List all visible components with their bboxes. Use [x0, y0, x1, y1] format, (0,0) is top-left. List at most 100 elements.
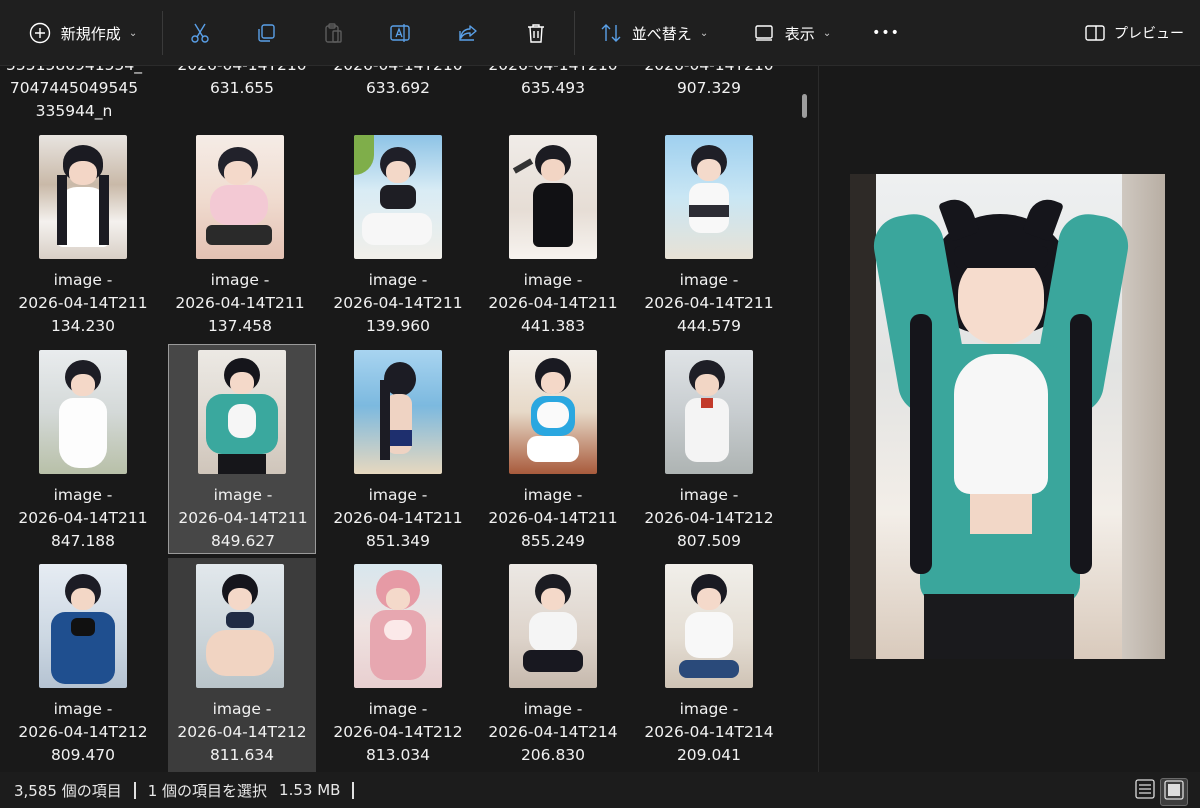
file-name: image - 2026-04-14T212 811.634 [168, 698, 316, 767]
cut-button[interactable] [178, 11, 222, 55]
file-name-line: image - [523, 271, 583, 289]
image-thumbnail [354, 564, 442, 688]
file-item-hovered[interactable]: image - 2026-04-14T212 811.634 [168, 558, 316, 772]
file-item[interactable]: image - 2026-04-14T214 209.041 [635, 558, 783, 768]
file-name-line: 2026-04-14T211 [333, 294, 463, 312]
large-icons-view-icon [1163, 779, 1185, 805]
image-thumbnail [509, 564, 597, 688]
chevron-down-icon: ⌄ [699, 27, 709, 39]
item-count: 3,585 個の項目 [14, 781, 122, 800]
preview-pane-icon [1084, 22, 1106, 44]
file-name-line: image - [679, 486, 739, 504]
file-item-selected[interactable]: image - 2026-04-14T211 849.627 [168, 344, 316, 554]
file-name-line: 907.329 [676, 79, 742, 97]
image-thumbnail [196, 135, 284, 259]
plus-circle-icon [29, 22, 51, 44]
image-thumbnail [665, 135, 753, 259]
view-button[interactable]: 表示 ⌄ [744, 11, 840, 55]
file-name-line: 2026-04-14T211 [18, 294, 148, 312]
file-name-line: 631.655 [209, 79, 275, 97]
file-name-line: image - [523, 486, 583, 504]
file-name-line: 813.034 [365, 746, 431, 764]
file-name-line: 2026-04-14T210 [479, 66, 627, 77]
image-thumbnail [196, 564, 284, 688]
file-item[interactable]: image - 2026-04-14T212 807.509 [635, 344, 783, 554]
delete-button[interactable] [514, 11, 558, 55]
status-bar: 3,585 個の項目 1 個の項目を選択 1.53 MB [0, 772, 1200, 808]
file-name: image - 2026-04-14T212 807.509 [635, 484, 783, 553]
more-options-button[interactable]: ••• [862, 11, 910, 55]
file-name-line: image - [523, 700, 583, 718]
chevron-down-icon: ⌄ [128, 27, 138, 39]
new-button[interactable]: 新規作成 ⌄ [8, 11, 158, 55]
sort-button-label: 並べ替え [631, 24, 692, 43]
file-item-partial[interactable]: 5551586941554_ 7047445049545 335944_n [0, 66, 148, 123]
sort-button[interactable]: 並べ替え ⌄ [590, 11, 718, 55]
selection-size: 1.53 MB [279, 781, 341, 799]
file-item[interactable]: image - 2026-04-14T211 139.960 [324, 129, 472, 339]
file-name-line: 2026-04-14T212 [333, 723, 463, 741]
file-item[interactable]: image - 2026-04-14T211 441.383 [479, 129, 627, 339]
preview-pane-label: プレビュー [1114, 26, 1184, 42]
file-name-line: 851.349 [365, 532, 431, 550]
file-name-line: 2026-04-14T210 [168, 66, 316, 77]
share-icon [457, 22, 479, 44]
file-item[interactable]: image - 2026-04-14T211 851.349 [324, 344, 472, 554]
rename-button[interactable] [378, 11, 422, 55]
file-name-line: 2026-04-14T214 [644, 723, 774, 741]
file-name-line: 2026-04-14T211 [175, 294, 305, 312]
file-name-line: image - [53, 700, 113, 718]
copy-button[interactable] [244, 11, 288, 55]
file-name-line: 2026-04-14T211 [488, 509, 618, 527]
file-name-line: 807.509 [676, 532, 742, 550]
file-item[interactable]: image - 2026-04-14T212 813.034 [324, 558, 472, 768]
file-item[interactable]: image - 2026-04-14T211 855.249 [479, 344, 627, 554]
file-item-partial[interactable]: 2026-04-14T210 635.493 [479, 66, 627, 100]
file-name-line: 809.470 [50, 746, 116, 764]
file-name-line: image - [53, 486, 113, 504]
file-item-partial[interactable]: 2026-04-14T210 907.329 [635, 66, 783, 100]
preview-pane-button[interactable]: プレビュー [1076, 11, 1192, 55]
file-name-line: 7047445049545 [9, 79, 139, 97]
share-button[interactable] [446, 11, 490, 55]
file-name-line: image - [212, 700, 272, 718]
file-name-line: image - [210, 271, 270, 289]
chevron-down-icon: ⌄ [822, 27, 832, 39]
file-name: image - 2026-04-14T212 809.470 [9, 698, 157, 767]
file-item-partial[interactable]: 2026-04-14T210 631.655 [168, 66, 316, 100]
image-thumbnail [39, 135, 127, 259]
file-name: image - 2026-04-14T211 134.230 [9, 269, 157, 338]
paste-button[interactable] [311, 11, 355, 55]
file-name: image - 2026-04-14T211 855.249 [479, 484, 627, 553]
sort-icon [600, 22, 622, 44]
image-thumbnail [509, 135, 597, 259]
image-thumbnail [665, 564, 753, 688]
file-name-line: 206.830 [520, 746, 586, 764]
image-thumbnail [198, 350, 286, 474]
file-item[interactable]: image - 2026-04-14T211 847.188 [9, 344, 157, 554]
file-name-line: 633.692 [365, 79, 431, 97]
status-separator [352, 781, 355, 799]
file-item[interactable]: image - 2026-04-14T211 134.230 [9, 129, 157, 339]
file-item[interactable]: image - 2026-04-14T211 137.458 [166, 129, 314, 339]
file-item[interactable]: image - 2026-04-14T212 809.470 [9, 558, 157, 768]
image-thumbnail [39, 350, 127, 474]
image-thumbnail [39, 564, 127, 688]
file-name-line: 2026-04-14T211 [333, 509, 463, 527]
file-name-line: 137.458 [207, 317, 273, 335]
status-separator [133, 781, 136, 799]
file-name: image - 2026-04-14T214 209.041 [635, 698, 783, 767]
large-icons-view-button[interactable] [1160, 778, 1188, 806]
file-item-partial[interactable]: 2026-04-14T210 633.692 [324, 66, 472, 100]
file-name-line: 335944_n [35, 102, 113, 120]
details-view-icon [1134, 778, 1156, 804]
scrollbar-thumb[interactable] [802, 94, 807, 118]
file-item[interactable]: image - 2026-04-14T211 444.579 [635, 129, 783, 339]
file-name-line: image - [679, 271, 739, 289]
file-name: image - 2026-04-14T211 849.627 [169, 484, 317, 553]
file-name-line: 209.041 [676, 746, 742, 764]
file-item[interactable]: image - 2026-04-14T214 206.830 [479, 558, 627, 768]
file-name: image - 2026-04-14T211 137.458 [166, 269, 314, 338]
details-view-button[interactable] [1132, 778, 1158, 804]
trash-icon [525, 22, 547, 44]
